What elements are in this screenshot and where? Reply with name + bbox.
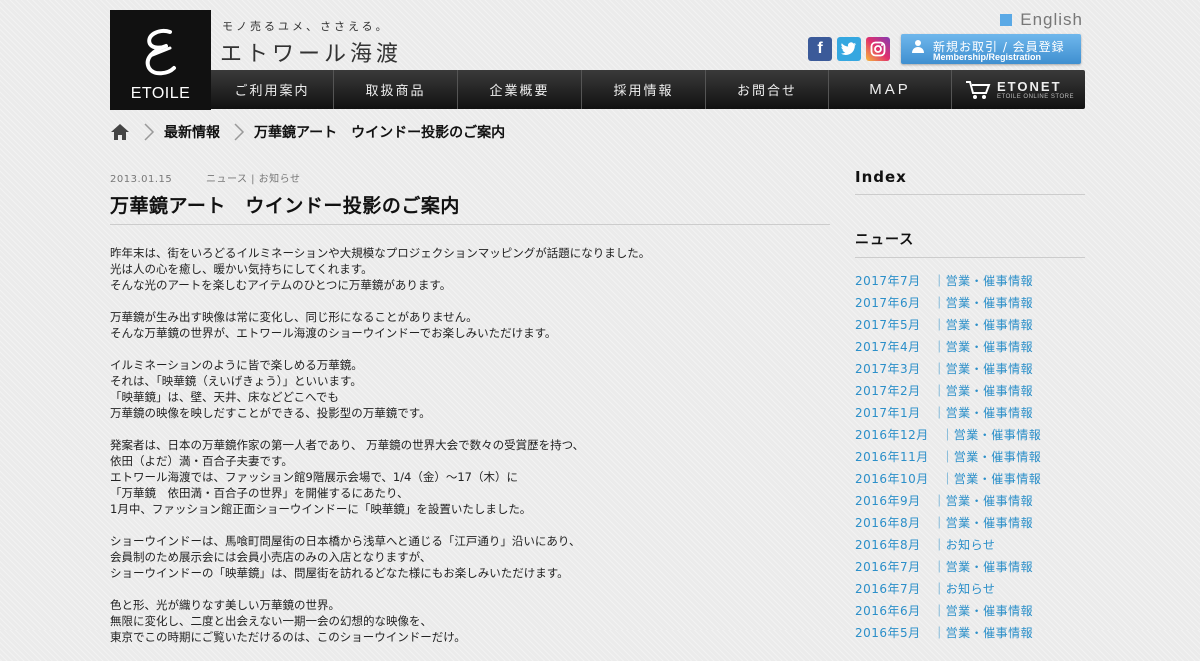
main-nav: ご利用案内 取扱商品 企業概要 採用情報 お問合せ MAP ETONET ETO… [211,70,1085,109]
cart-icon [966,80,991,99]
sidebar-news-link[interactable]: 2016年11月 ｜営業・催事情報 [855,446,1085,468]
sidebar-news-link[interactable]: 2017年3月 ｜営業・催事情報 [855,358,1085,380]
sidebar-news-link[interactable]: 2016年6月 ｜営業・催事情報 [855,600,1085,622]
text-line: 万華鏡が生み出す映像は常に変化し、同じ形になることがありません。 [110,310,478,324]
sidebar-news-link[interactable]: 2016年8月 ｜お知らせ [855,534,1085,556]
etonet-sublabel: ETOILE ONLINE STORE [997,94,1074,100]
etonet-text: ETONET ETOILE ONLINE STORE [997,79,1074,100]
paragraph: 色と形、光が織りなす美しい万華鏡の世界。 無限に変化し、二度と出会えない一期一会… [110,597,830,645]
instagram-camera-icon [870,41,886,57]
etonet-label: ETONET [997,79,1062,94]
sidebar-news-link[interactable]: 2017年7月 ｜営業・催事情報 [855,270,1085,292]
twitter-bird-icon [841,42,856,56]
facebook-icon[interactable]: f [808,37,832,61]
text-line: ショーウインドーは、馬喰町問屋街の日本橋から浅草へと通じる「江戸通り」沿いにあり… [110,534,581,548]
twitter-icon[interactable] [837,37,861,61]
sidebar-news-link[interactable]: 2017年4月 ｜営業・催事情報 [855,336,1085,358]
english-label: English [1020,10,1083,29]
sidebar-news-link[interactable]: 2017年1月 ｜営業・催事情報 [855,402,1085,424]
text-line: 「映華鏡」は、壁、天井、床などどこへでも [110,390,339,404]
chevron-right-icon [144,123,155,141]
text-line: 1月中、ファッション館正面ショーウインドーに「映華鏡」を設置いたしました。 [110,502,532,516]
text-line: 依田（よだ）満・百合子夫妻です。 [110,454,293,468]
sidebar-news-link[interactable]: 2017年2月 ｜営業・催事情報 [855,380,1085,402]
article-meta: 2013.01.15 ニュース | お知らせ [110,170,830,185]
paragraph: イルミネーションのように皆で楽しめる万華鏡。 それは、「映華鏡（えいげきょう）」… [110,357,830,421]
nav-etonet[interactable]: ETONET ETOILE ONLINE STORE [952,70,1087,109]
text-line: そんな光のアートを楽しむアイテムのひとつに万華鏡があります。 [110,278,452,292]
nav-guide[interactable]: ご利用案内 [211,70,334,109]
text-line: ショーウインドーの「映華鏡」は、問屋街を訪れるどなた様にもお楽しみいただけます。 [110,566,569,580]
paragraph: 昨年末は、街をいろどるイルミネーションや大規模なプロジェクションマッピングが話題… [110,245,830,293]
sidebar-news-link[interactable]: 2016年8月 ｜営業・催事情報 [855,512,1085,534]
text-line: そんな万華鏡の世界が、エトワール海渡のショーウインドーでお楽しみいただけます。 [110,326,557,340]
sidebar-news-link[interactable]: 2016年7月 ｜営業・催事情報 [855,556,1085,578]
sidebar: Index ニュース 2017年7月 ｜営業・催事情報 2017年6月 ｜営業・… [855,168,1085,644]
chevron-right-icon [234,123,245,141]
nav-products[interactable]: 取扱商品 [334,70,458,109]
register-button[interactable]: 新規お取引 / 会員登録 Membership/Registration [901,34,1081,64]
text-line: 光は人の心を癒し、暖かい気持ちにしてくれます。 [110,262,373,276]
text-line: エトワール海渡では、ファッション館9階展示会場で、1/4（金）～17（木）に [110,470,518,484]
sidebar-news-title: ニュース [855,229,1085,258]
sidebar-news-link[interactable]: 2016年5月 ｜営業・催事情報 [855,622,1085,644]
text-line: 無限に変化し、二度と出会えない一期一会の幻想的な映像を、 [110,614,432,628]
sidebar-news-link[interactable]: 2016年7月 ｜お知らせ [855,578,1085,600]
breadcrumb: 最新情報 万華鏡アート ウインドー投影のご案内 [110,122,505,142]
square-icon [1000,14,1013,26]
text-line: 色と形、光が織りなす美しい万華鏡の世界。 [110,598,340,612]
sidebar-news-link[interactable]: 2016年12月 ｜営業・催事情報 [855,424,1085,446]
paragraph: 発案者は、日本の万華鏡作家の第一人者であり、 万華鏡の世界大会で数々の受賞歴を持… [110,437,830,517]
article-category: ニュース | お知らせ [205,174,301,185]
etoile-logo[interactable]: ETOILE [110,10,211,110]
nav-company[interactable]: 企業概要 [458,70,582,109]
sidebar-news-link[interactable]: 2016年9月 ｜営業・催事情報 [855,490,1085,512]
sidebar-news-list: 2017年7月 ｜営業・催事情報 2017年6月 ｜営業・催事情報 2017年5… [855,270,1085,644]
breadcrumb-news[interactable]: 最新情報 [164,122,220,142]
logo-text: ETOILE [130,85,191,102]
nav-map[interactable]: MAP [829,70,952,109]
sidebar-index-title: Index [855,168,1085,195]
english-link[interactable]: English [1000,10,1083,30]
sidebar-news-link[interactable]: 2017年5月 ｜営業・催事情報 [855,314,1085,336]
nav-contact[interactable]: お問合せ [706,70,829,109]
article-title: 万華鏡アート ウインドー投影のご案内 [110,191,830,225]
company-name[interactable]: エトワール海渡 [220,36,402,68]
paragraph: 万華鏡が生み出す映像は常に変化し、同じ形になることがありません。 そんな万華鏡の… [110,309,830,341]
text-line: 昨年末は、街をいろどるイルミネーションや大規模なプロジェクションマッピングが話題… [110,246,651,260]
home-icon[interactable] [110,123,130,141]
text-line: 発案者は、日本の万華鏡作家の第一人者であり、 万華鏡の世界大会で数々の受賞歴を持… [110,438,585,452]
sidebar-news-link[interactable]: 2017年6月 ｜営業・催事情報 [855,292,1085,314]
text-line: 会員制のため展示会には会員小売店のみの入店となりますが、 [110,550,432,564]
nav-recruit[interactable]: 採用情報 [582,70,706,109]
article-body: 昨年末は、街をいろどるイルミネーションや大規模なプロジェクションマッピングが話題… [110,245,830,645]
etoile-e-logo-icon [145,29,176,76]
person-icon [912,40,924,53]
register-sublabel: Membership/Registration [933,52,1042,62]
text-line: 「万華鏡 依田満・百合子の世界」を開催するにあたり、 [110,486,409,500]
text-line: イルミネーションのように皆で楽しめる万華鏡。 [110,358,363,372]
article: 2013.01.15 ニュース | お知らせ 万華鏡アート ウインドー投影のご案… [110,170,830,661]
text-line: 万華鏡の映像を映しだすことができる、投影型の万華鏡です。 [110,406,431,420]
text-line: それは、「映華鏡（えいげきょう）」といいます。 [110,374,362,388]
paragraph: ショーウインドーは、馬喰町問屋街の日本橋から浅草へと通じる「江戸通り」沿いにあり… [110,533,830,581]
article-date: 2013.01.15 [110,174,173,185]
social-links: f [808,37,890,61]
sidebar-news-link[interactable]: 2016年10月 ｜営業・催事情報 [855,468,1085,490]
tagline: モノ売るユメ、ささえる。 [222,20,390,33]
breadcrumb-current: 万華鏡アート ウインドー投影のご案内 [254,125,506,141]
instagram-icon[interactable] [866,37,890,61]
text-line: 東京でこの時期にご覧いただけるのは、このショーウインドーだけ。 [110,630,466,644]
